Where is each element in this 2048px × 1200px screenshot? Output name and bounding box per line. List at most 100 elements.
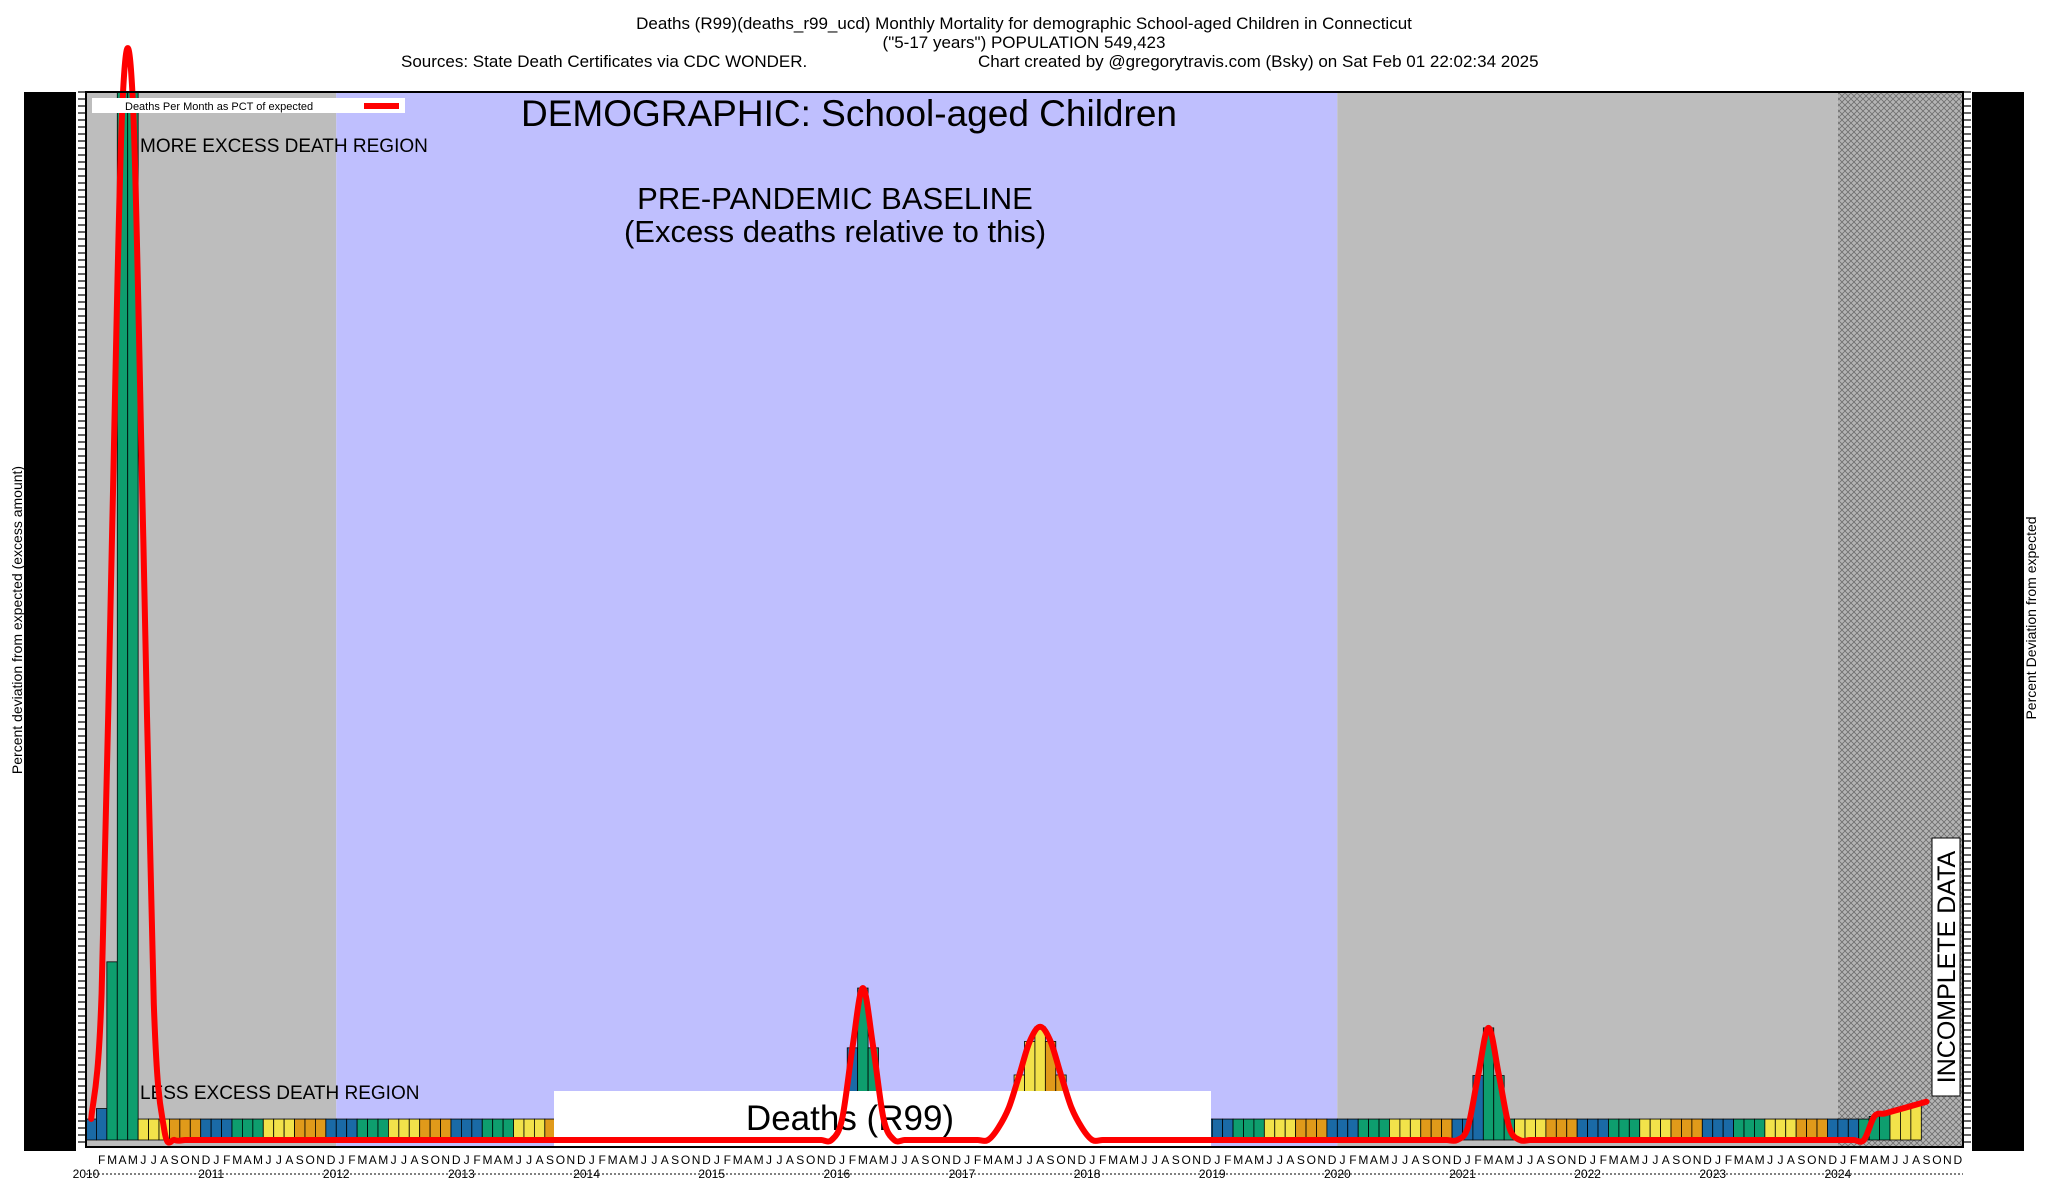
bar <box>450 1118 462 1141</box>
bar <box>1649 1118 1661 1141</box>
month-tick-label: J <box>1517 1153 1523 1167</box>
month-tick-label: N <box>1568 1153 1577 1167</box>
bar <box>878 1118 890 1141</box>
bar <box>523 1118 535 1141</box>
month-tick-label: N <box>1943 1153 1952 1167</box>
month-tick-label: A <box>494 1153 502 1167</box>
month-tick-label: M <box>1609 1153 1619 1167</box>
bar <box>356 1118 368 1141</box>
month-tick-label: D <box>952 1153 961 1167</box>
month-tick-label: A <box>1245 1153 1253 1167</box>
bar <box>846 1047 859 1141</box>
month-tick-label: O <box>931 1153 940 1167</box>
month-tick-label: D <box>1953 1153 1962 1167</box>
bar <box>1566 1118 1578 1141</box>
bar <box>888 1118 900 1141</box>
bar <box>1389 1118 1401 1141</box>
month-tick-label: J <box>1652 1153 1658 1167</box>
month-tick-label: N <box>1818 1153 1827 1167</box>
month-tick-label: M <box>1859 1153 1869 1167</box>
bar <box>763 1118 775 1141</box>
bar <box>1149 1118 1161 1141</box>
bar <box>940 1118 952 1141</box>
bar <box>1535 1118 1547 1141</box>
month-tick-label: M <box>232 1153 242 1167</box>
bar <box>1597 1118 1609 1141</box>
month-tick-label: M <box>733 1153 743 1167</box>
demographic-title: DEMOGRAPHIC: School-aged Children <box>521 93 1177 134</box>
month-tick-label: A <box>661 1153 669 1167</box>
bar <box>221 1118 233 1141</box>
month-tick-label: M <box>1004 1153 1014 1167</box>
bar <box>586 1118 598 1141</box>
bar <box>732 1118 744 1141</box>
month-tick-label: J <box>1715 1153 1721 1167</box>
bar <box>669 1118 681 1141</box>
bar <box>533 1118 546 1141</box>
bar <box>1222 1118 1234 1141</box>
month-tick-label: F <box>1474 1153 1481 1167</box>
month-tick-label: N <box>1192 1153 1201 1167</box>
bar <box>460 1118 473 1141</box>
bar <box>1482 1027 1495 1141</box>
month-tick-label: M <box>482 1153 492 1167</box>
bar <box>1879 1113 1891 1141</box>
bar <box>721 1118 733 1141</box>
month-tick-label: A <box>994 1153 1002 1167</box>
month-tick-label: J <box>1340 1153 1346 1167</box>
month-tick-label: A <box>1036 1153 1044 1167</box>
month-tick-label: F <box>1850 1153 1857 1167</box>
month-tick-label: N <box>316 1153 325 1167</box>
month-tick-label: S <box>546 1153 554 1167</box>
month-tick-label: A <box>285 1153 293 1167</box>
subtitle-box <box>554 1091 1211 1146</box>
month-tick-label: N <box>942 1153 951 1167</box>
month-tick-label: O <box>1181 1153 1190 1167</box>
bar <box>836 1118 848 1141</box>
bar <box>1347 1118 1359 1141</box>
bar <box>1806 1118 1818 1141</box>
year-tick-label: 2021 <box>1449 1167 1476 1181</box>
year-tick-label: 2012 <box>323 1167 350 1181</box>
bar <box>273 1118 285 1141</box>
month-tick-label: F <box>1600 1153 1607 1167</box>
bar <box>1357 1118 1370 1141</box>
sources-row: Sources: State Death Certificates via CD… <box>0 52 2048 71</box>
bar <box>1754 1118 1766 1141</box>
bar <box>1555 1118 1568 1141</box>
month-tick-label: J <box>276 1153 282 1167</box>
month-tick-label: M <box>1630 1153 1640 1167</box>
month-tick-label: A <box>1120 1153 1128 1167</box>
bar <box>1034 1026 1046 1141</box>
month-tick-label: M <box>754 1153 764 1167</box>
bar <box>1201 1118 1213 1141</box>
month-tick-label: A <box>1286 1153 1294 1167</box>
month-tick-label: S <box>796 1153 804 1167</box>
bar <box>1368 1118 1380 1141</box>
bar <box>1764 1118 1776 1141</box>
bar <box>1712 1118 1724 1141</box>
svg-text:INCOMPLETE DATA: INCOMPLETE DATA <box>1933 850 1961 1083</box>
month-tick-label: A <box>744 1153 752 1167</box>
year-tick-label: 2023 <box>1699 1167 1726 1181</box>
month-tick-label: M <box>253 1153 263 1167</box>
chart-title-line1: Deaths (R99)(deaths_r99_ucd) Monthly Mor… <box>636 14 1412 33</box>
month-tick-label: J <box>1152 1153 1158 1167</box>
bar <box>930 1118 942 1141</box>
bar <box>679 1118 692 1141</box>
bar <box>1816 1118 1828 1141</box>
bar <box>1253 1118 1265 1141</box>
bar <box>1618 1118 1630 1141</box>
bar <box>711 1118 723 1141</box>
bar <box>1827 1118 1839 1141</box>
y-axis-label-right: Percent Deviation from expected <box>2023 516 2039 720</box>
month-tick-label: M <box>1358 1153 1368 1167</box>
month-tick-label: D <box>1578 1153 1587 1167</box>
month-tick-label: D <box>577 1153 586 1167</box>
month-tick-label: J <box>1016 1153 1022 1167</box>
bar <box>315 1118 327 1141</box>
plot-frame <box>85 91 1964 1148</box>
month-tick-label: J <box>589 1153 595 1167</box>
bar <box>1117 1118 1130 1141</box>
month-tick-label: O <box>806 1153 815 1167</box>
